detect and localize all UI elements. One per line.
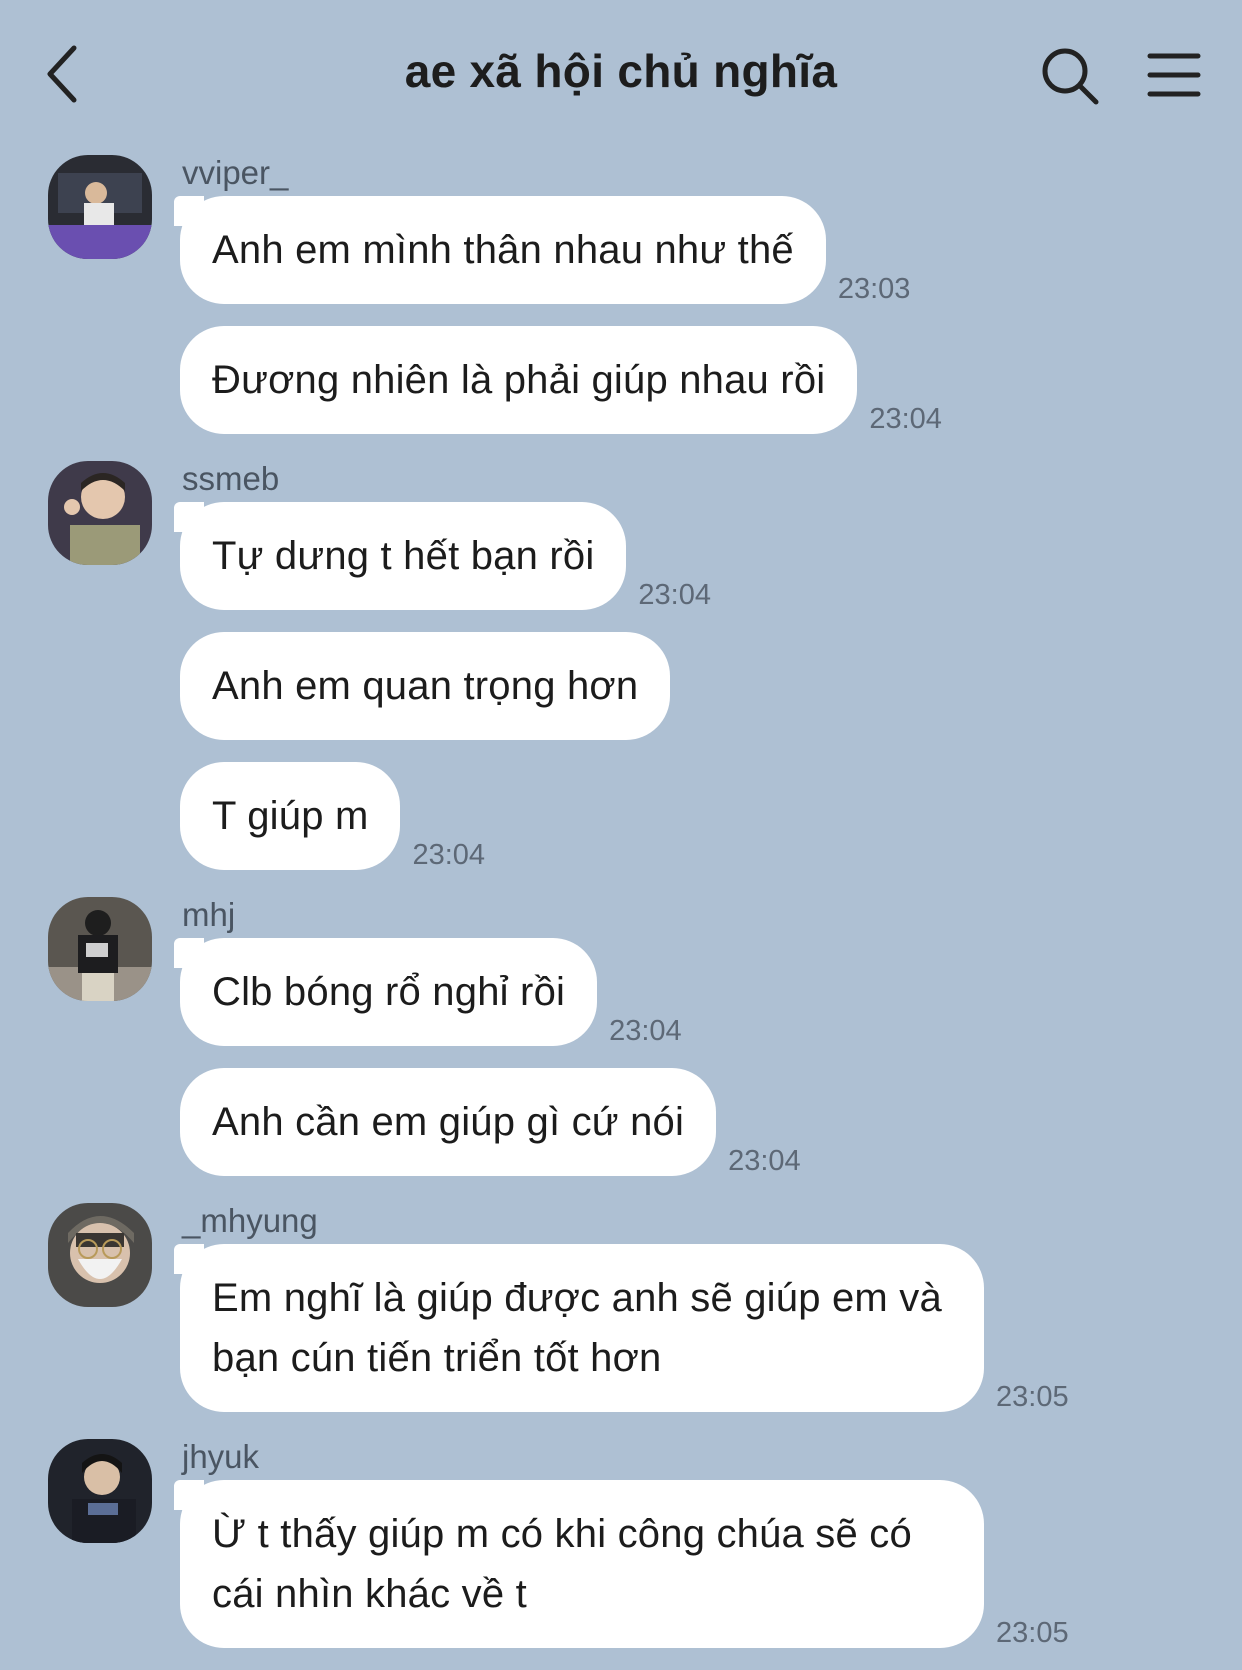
chevron-left-icon (47, 45, 77, 103)
message-row: Clb bóng rổ nghỉ rồi 23:04 (173, 938, 1242, 1047)
message-row: Anh em mình thân nhau như thế 23:03 (174, 196, 1242, 305)
avatar[interactable] (48, 461, 152, 565)
message-timestamp: 23:03 (837, 273, 911, 305)
message-row: Anh cần em giúp gì cứ nói 23:04 (180, 1068, 1242, 1177)
message-row: Tự dưng t hết bạn rồi 23:04 (173, 502, 1242, 611)
message-row: Anh em quan trọng hơn (180, 632, 1242, 740)
message-bubble[interactable]: Đương nhiên là phải giúp nhau rồi (180, 326, 858, 434)
message-timestamp: 23:04 (869, 403, 942, 435)
back-button[interactable] (40, 40, 100, 110)
message-list[interactable]: vviper_ Anh em mình thân nhau như thế 23… (0, 150, 1242, 1670)
message-timestamp: 23:05 (996, 1381, 1069, 1413)
message-row: T giúp m 23:04 (180, 762, 1242, 871)
message-row: Đương nhiên là phải giúp nhau rồi 23:04 (180, 326, 1242, 435)
message-group: _mhyung Em nghĩ là giúp được anh sẽ giúp… (0, 1198, 1242, 1413)
avatar-photo (48, 155, 152, 259)
message-group: jhyuk Ừ t thấy giúp m có khi công chúa s… (0, 1434, 1242, 1649)
sender-name: jhyuk (182, 1438, 260, 1475)
hamburger-menu-icon (1147, 53, 1201, 97)
avatar-photo (48, 897, 152, 1001)
message-bubble[interactable]: Anh em mình thân nhau như thế (174, 196, 826, 304)
message-bubble[interactable]: Em nghĩ là giúp được anh sẽ giúp em và b… (174, 1244, 984, 1412)
message-timestamp: 23:04 (638, 579, 711, 611)
avatar[interactable] (48, 155, 152, 259)
avatar[interactable] (48, 897, 152, 1001)
message-group: ssmeb Tự dưng t hết bạn rồi 23:04 Anh em… (0, 456, 1242, 871)
sender-name: vviper_ (182, 154, 289, 191)
chat-title: ae xã hội chủ nghĩa (404, 45, 838, 97)
message-timestamp: 23:04 (412, 839, 486, 871)
avatar[interactable] (48, 1439, 152, 1543)
message-bubble[interactable]: Ừ t thấy giúp m có khi công chúa sẽ có c… (174, 1480, 984, 1648)
message-group: vviper_ Anh em mình thân nhau như thế 23… (0, 150, 1242, 435)
message-row: Em nghĩ là giúp được anh sẽ giúp em và b… (174, 1244, 1242, 1413)
avatar-photo (48, 1203, 152, 1307)
message-timestamp: 23:04 (728, 1145, 801, 1177)
message-group: mhj Clb bóng rổ nghỉ rồi 23:04 Anh cần e… (0, 892, 1242, 1177)
avatar-photo (48, 461, 152, 565)
sender-name: _mhyung (182, 1202, 318, 1239)
message-bubble[interactable]: Tự dưng t hết bạn rồi (173, 502, 627, 610)
search-icon (1042, 48, 1099, 105)
sender-name: ssmeb (182, 460, 280, 497)
sender-name: mhj (182, 896, 236, 933)
avatar-photo (48, 1439, 152, 1543)
message-bubble[interactable]: T giúp m (180, 762, 401, 870)
message-bubble[interactable]: Anh em quan trọng hơn (180, 632, 671, 740)
search-button[interactable] (1038, 44, 1102, 108)
message-row: Ừ t thấy giúp m có khi công chúa sẽ có c… (174, 1480, 1242, 1649)
chat-header: ae xã hội chủ nghĩa (0, 0, 1242, 150)
message-bubble[interactable]: Anh cần em giúp gì cứ nói (180, 1068, 717, 1176)
message-timestamp: 23:05 (996, 1617, 1069, 1649)
message-timestamp: 23:04 (609, 1015, 682, 1047)
menu-button[interactable] (1146, 50, 1202, 100)
message-bubble[interactable]: Clb bóng rổ nghỉ rồi (173, 938, 598, 1046)
avatar[interactable] (48, 1203, 152, 1307)
